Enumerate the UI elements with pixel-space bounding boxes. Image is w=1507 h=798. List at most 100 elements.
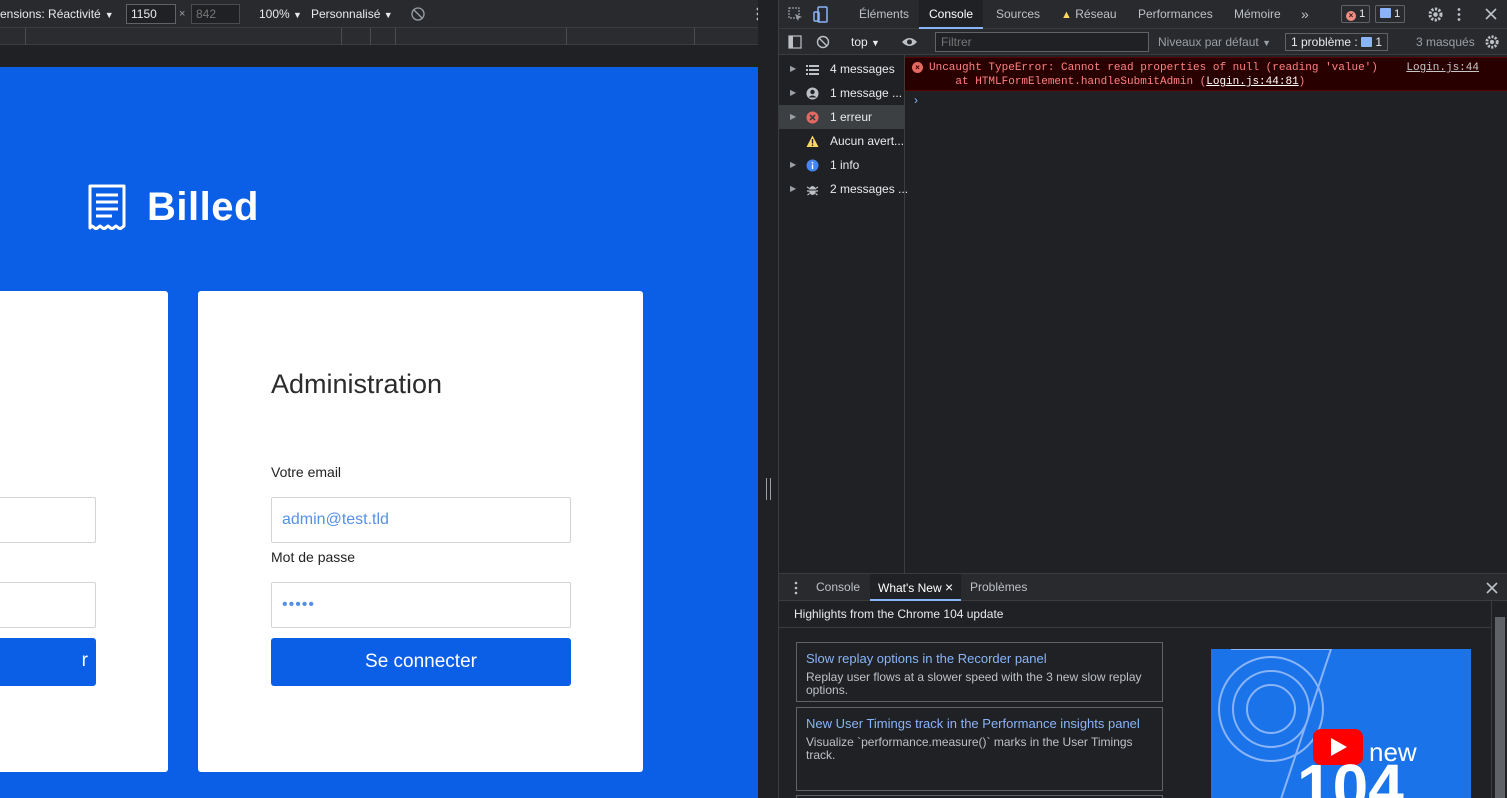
- drawer-tab-console[interactable]: Console: [808, 574, 868, 601]
- screen: ensions: Réactivité▼ × 100% ▼ Personnali…: [0, 0, 1507, 798]
- times-sign: ×: [179, 8, 186, 20]
- panel-splitter[interactable]: [758, 0, 779, 798]
- password-label: Mot de passe: [271, 549, 356, 565]
- sidebar-item-errors[interactable]: ▶ 1 erreur: [779, 105, 905, 129]
- error-count-badge[interactable]: × 1: [1341, 5, 1371, 23]
- billed-login-page: Billed r Administration Votre email admi…: [0, 67, 758, 798]
- console-filter-input[interactable]: [935, 32, 1149, 52]
- warning-icon: [806, 135, 819, 147]
- drawer-tab-issues[interactable]: Problèmes: [962, 574, 1035, 601]
- sidebar-item-verbose[interactable]: ▶ 2 messages ...: [779, 177, 908, 201]
- zoom-dropdown[interactable]: 100% ▼: [259, 7, 302, 21]
- live-expression-eye-icon[interactable]: [901, 36, 918, 48]
- whats-new-item-title[interactable]: Slow replay options in the Recorder pane…: [806, 647, 1153, 671]
- device-viewport-area: ensions: Réactivité▼ × 100% ▼ Personnali…: [0, 0, 758, 798]
- tab-network[interactable]: ▲ Réseau: [1051, 0, 1127, 29]
- error-icon: [806, 111, 819, 124]
- employee-connect-button[interactable]: r: [0, 638, 96, 686]
- sidebar-toggle-icon[interactable]: [788, 35, 802, 49]
- brand-name: Billed: [147, 184, 259, 229]
- close-drawer-icon[interactable]: [1486, 582, 1498, 594]
- media-query-bar[interactable]: [0, 28, 758, 45]
- info-icon: [806, 159, 819, 172]
- log-levels-dropdown[interactable]: Niveaux par défaut ▼: [1158, 35, 1271, 49]
- whats-new-item[interactable]: New User Timings track in the Performanc…: [796, 707, 1163, 791]
- sidebar-item-user-messages[interactable]: ▶ 1 message ...: [779, 81, 905, 105]
- error-stack-line: at HTMLFormElement.handleSubmitAdmin (Lo…: [929, 76, 1306, 88]
- admin-login-card: Administration Votre email admin@test.tl…: [198, 291, 643, 772]
- admin-email-input[interactable]: admin@test.tld: [271, 497, 571, 543]
- bug-icon: [806, 186, 819, 196]
- list-icon: [806, 65, 819, 75]
- receipt-icon: [88, 184, 126, 230]
- drawer-menu-icon[interactable]: [789, 581, 803, 595]
- console-settings-gear-icon[interactable]: [1484, 34, 1500, 50]
- devtools-tabbar: Éléments Console Sources ▲ Réseau Perfor…: [779, 0, 1507, 29]
- sidebar-item-warnings[interactable]: Aucun avert...: [779, 129, 905, 153]
- message-icon: [1380, 8, 1391, 18]
- devtools-drawer: Console What's New × Problèmes Highlight…: [779, 573, 1507, 798]
- more-tabs-icon[interactable]: »: [1291, 0, 1319, 29]
- drawer-tabbar: Console What's New × Problèmes: [779, 574, 1507, 601]
- tab-performance[interactable]: Performances: [1128, 0, 1223, 29]
- console-sidebar: ▶ 4 messages ▶ 1 message ... ▶ 1 erreur …: [779, 55, 908, 573]
- close-devtools-icon[interactable]: [1485, 8, 1497, 20]
- whats-new-item-desc: Replay user flows at a slower speed with…: [806, 670, 1142, 697]
- device-toolbar: ensions: Réactivité▼ × 100% ▼ Personnali…: [0, 0, 758, 28]
- height-input[interactable]: [191, 4, 240, 24]
- brand: Billed: [86, 184, 259, 230]
- admin-password-input[interactable]: •••••: [271, 582, 571, 628]
- error-source-link[interactable]: Login.js:44: [1406, 62, 1479, 74]
- hidden-count: 3 masqués: [1416, 35, 1475, 49]
- warning-icon: ▲: [1061, 9, 1072, 21]
- promo-version-text: 104: [1297, 751, 1404, 798]
- message-icon: [1361, 37, 1373, 47]
- clear-console-icon[interactable]: [816, 35, 830, 49]
- drawer-scrollbar[interactable]: [1491, 601, 1507, 798]
- drawer-tab-whats-new[interactable]: What's New ×: [870, 574, 962, 601]
- promo-artwork: new 104: [1211, 649, 1471, 798]
- dimensions-dropdown[interactable]: ensions: Réactivité ▼: [0, 7, 114, 21]
- admin-connect-button[interactable]: Se connecter: [271, 638, 571, 686]
- tab-memory[interactable]: Mémoire: [1224, 0, 1291, 29]
- width-input[interactable]: [126, 4, 176, 24]
- employee-login-card: r: [0, 291, 168, 772]
- console-output: × Uncaught TypeError: Cannot read proper…: [905, 55, 1507, 573]
- message-count-badge[interactable]: 1: [1375, 5, 1406, 23]
- splitter-grip[interactable]: [766, 478, 771, 500]
- scrollbar-thumb[interactable]: [1495, 617, 1505, 798]
- error-icon: ×: [1346, 11, 1356, 21]
- whats-new-item-desc: Visualize `performance.measure()` marks …: [806, 735, 1133, 762]
- throttle-dropdown[interactable]: Personnalisé ▼: [311, 7, 393, 21]
- settings-gear-icon[interactable]: [1427, 6, 1444, 23]
- employee-email-input[interactable]: [0, 497, 96, 543]
- issues-button[interactable]: 1 problème : 1: [1285, 33, 1389, 51]
- employee-password-input[interactable]: [0, 582, 96, 628]
- ruler: [0, 45, 758, 67]
- sidebar-item-messages[interactable]: ▶ 4 messages: [779, 57, 905, 81]
- console-toolbar: top ▼ Niveaux par défaut ▼ 1 problème : …: [779, 29, 1507, 55]
- user-icon: [806, 87, 819, 100]
- rotate-icon[interactable]: [410, 6, 426, 22]
- tab-elements[interactable]: Éléments: [849, 0, 919, 29]
- whats-new-heading: Highlights from the Chrome 104 update: [779, 601, 1491, 628]
- error-text: Uncaught TypeError: Cannot read properti…: [929, 62, 1378, 74]
- context-selector[interactable]: top ▼: [851, 35, 880, 49]
- devtools-panel: Éléments Console Sources ▲ Réseau Perfor…: [779, 0, 1507, 798]
- close-tab-icon[interactable]: ×: [945, 579, 953, 595]
- error-icon: ×: [912, 62, 923, 73]
- inspect-element-icon[interactable]: [788, 7, 803, 22]
- whats-new-item-title[interactable]: New User Timings track in the Performanc…: [806, 712, 1153, 736]
- whats-new-item[interactable]: Slow replay options in the Recorder pane…: [796, 642, 1163, 702]
- more-options-icon[interactable]: [1452, 7, 1466, 22]
- sidebar-item-info[interactable]: ▶ 1 info: [779, 153, 905, 177]
- tab-console[interactable]: Console: [919, 0, 984, 29]
- console-prompt[interactable]: ›: [914, 93, 918, 107]
- email-label: Votre email: [271, 464, 342, 480]
- error-message-row[interactable]: × Uncaught TypeError: Cannot read proper…: [905, 57, 1507, 91]
- tab-sources[interactable]: Sources: [986, 0, 1050, 29]
- stack-source-link[interactable]: Login.js:44:81: [1206, 76, 1298, 88]
- admin-card-title: Administration: [271, 369, 443, 399]
- device-toggle-icon[interactable]: [813, 6, 829, 23]
- chrome-update-promo-image[interactable]: new 104: [1211, 649, 1471, 798]
